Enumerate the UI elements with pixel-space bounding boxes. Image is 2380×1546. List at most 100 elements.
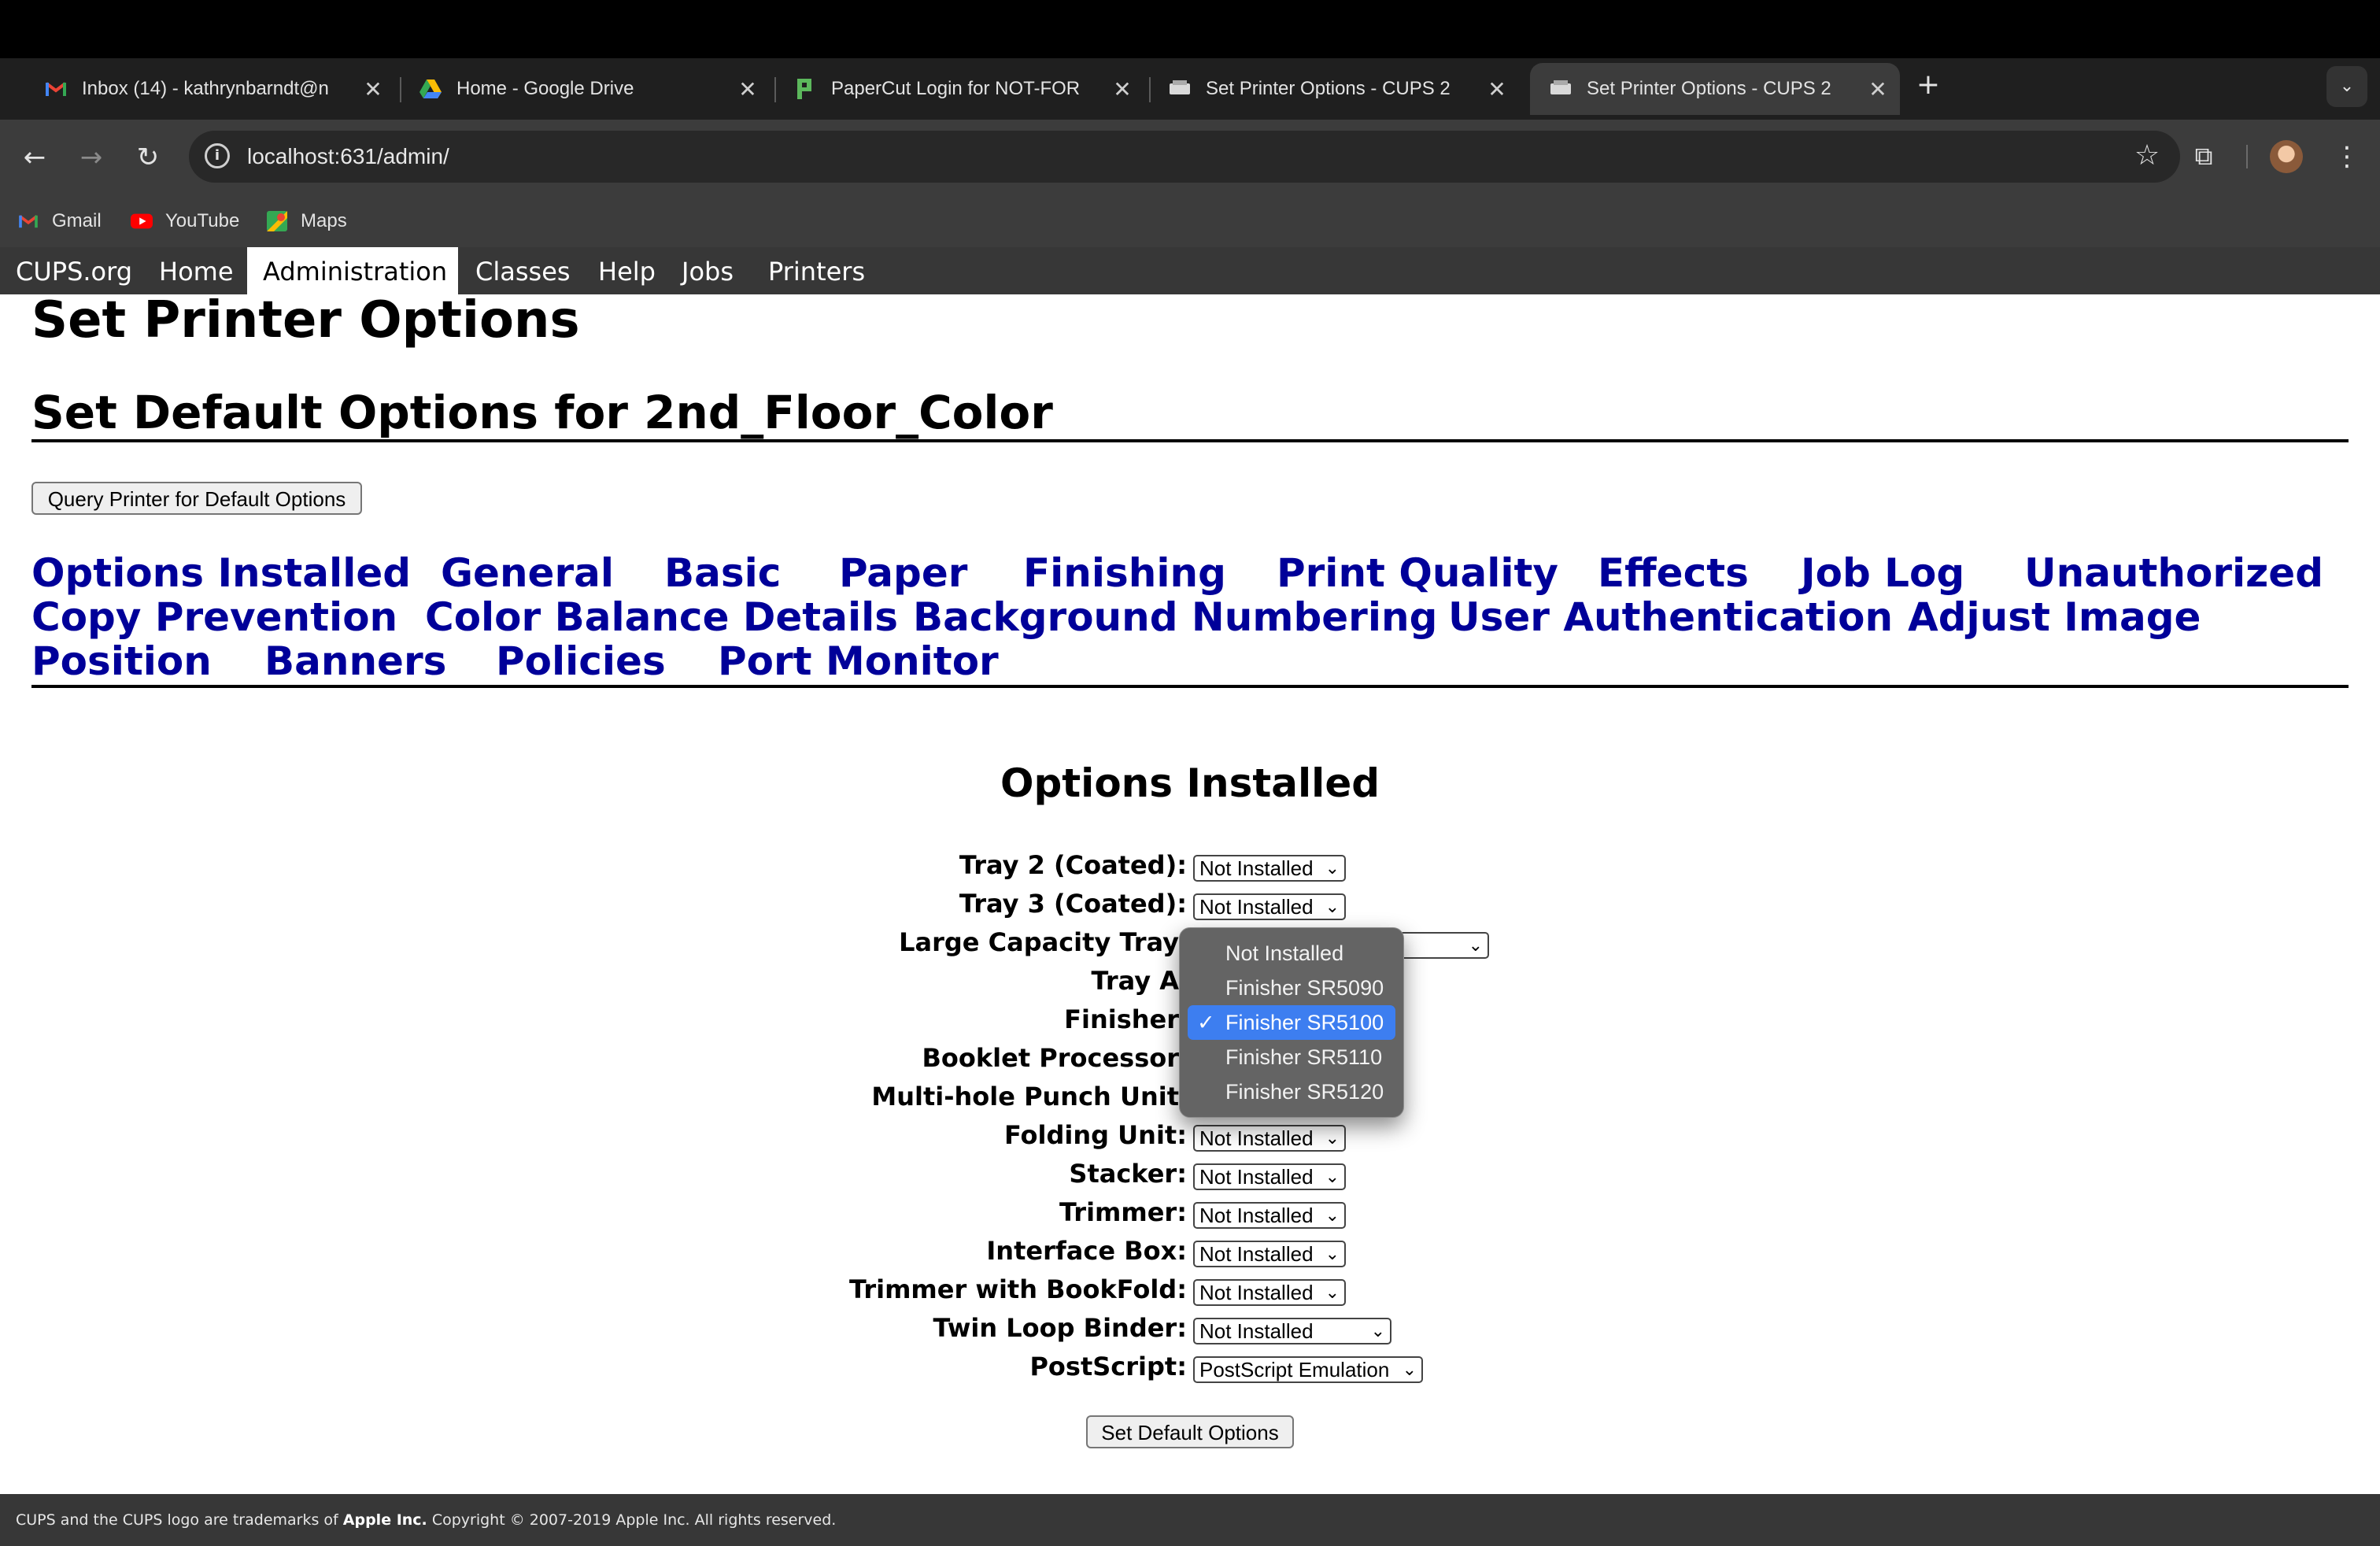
nav-jobs[interactable]: Jobs (666, 247, 749, 294)
tab-title: PaperCut Login for NOT-FOR (831, 78, 1081, 99)
chevron-down-icon: ⌄ (1325, 1205, 1340, 1225)
option-select[interactable]: Not Installed ⌄ (1193, 855, 1346, 882)
bookmark-star-icon[interactable]: ☆ (2128, 137, 2166, 175)
select-value: Not Installed (1199, 856, 1314, 880)
chevron-down-icon: ⌄ (1325, 1167, 1340, 1186)
tab-papercut[interactable]: PaperCut Login for NOT-FOR ✕ (774, 63, 1144, 115)
bookmark-youtube[interactable]: YouTube (131, 205, 239, 238)
section-link[interactable]: Basic (664, 551, 781, 595)
section-link[interactable]: Policies (496, 639, 666, 683)
site-info-icon[interactable]: i (205, 143, 230, 168)
dropdown-option[interactable]: Finisher SR5090 (1188, 971, 1395, 1005)
section-link[interactable]: Job Log (1801, 551, 1964, 595)
select-value: Not Installed (1199, 895, 1314, 919)
nav-help[interactable]: Help (582, 247, 671, 294)
cups-icon (1549, 77, 1572, 101)
option-label: Tray 3 (Coated): (959, 889, 1187, 919)
tab-search-button[interactable]: ⌄ (2326, 66, 2367, 107)
bookmark-gmail[interactable]: Gmail (17, 205, 102, 238)
footer-company: Apple Inc. (342, 1511, 427, 1529)
nav-cups-org[interactable]: CUPS.org (0, 247, 148, 294)
close-tab-icon[interactable]: ✕ (732, 76, 763, 102)
option-select[interactable]: Not Installed ⌄ (1193, 1163, 1346, 1190)
option-label: Stacker: (1069, 1159, 1187, 1189)
section-link[interactable]: Port Monitor (718, 639, 999, 683)
option-select[interactable]: Not Installed ⌄ (1193, 1125, 1346, 1152)
tab-gmail[interactable]: Inbox (14) - kathrynbarndt@n ✕ (25, 63, 395, 115)
nav-printers[interactable]: Printers (752, 247, 881, 294)
option-select[interactable]: Not Installed ⌄ (1193, 1318, 1391, 1344)
window-titlebar (0, 0, 2380, 58)
bookmark-label: YouTube (165, 210, 240, 231)
option-label: PostScript: (1029, 1352, 1187, 1381)
section-link[interactable]: Effects (1598, 551, 1749, 595)
select-value: Not Installed (1199, 1126, 1314, 1150)
section-link[interactable]: Paper (839, 551, 967, 595)
back-icon[interactable]: ← (16, 139, 54, 176)
dropdown-option-label: Finisher SR5100 (1225, 1011, 1384, 1034)
option-select[interactable]: Not Installed ⌄ (1193, 1241, 1346, 1267)
option-label: Trimmer with BookFold: (849, 1274, 1187, 1304)
option-label: Finisher (1064, 1004, 1179, 1034)
profile-avatar[interactable] (2270, 140, 2303, 173)
section-link[interactable]: Finishing (1023, 551, 1226, 595)
forward-icon[interactable]: → (72, 139, 110, 176)
dropdown-option[interactable]: Not Installed (1188, 936, 1395, 971)
close-tab-icon[interactable]: ✕ (1481, 76, 1513, 102)
footer-suffix: Copyright © 2007-2019 Apple Inc. All rig… (427, 1511, 837, 1529)
page-subtitle: Set Default Options for 2nd_Floor_Color (31, 386, 1053, 439)
nav-administration[interactable]: Administration (247, 247, 458, 294)
section-link[interactable]: User Authentication (1448, 595, 1893, 639)
section-link[interactable]: Options Installed (31, 551, 411, 595)
bookmark-maps[interactable]: Maps (266, 205, 347, 238)
option-select[interactable]: Not Installed ⌄ (1193, 1202, 1346, 1229)
section-link[interactable]: Position (31, 639, 212, 683)
divider (31, 439, 2349, 442)
cups-navbar: CUPS.org Home Administration Classes Hel… (0, 247, 2380, 294)
section-link[interactable]: Background Numbering (913, 595, 1437, 639)
address-bar[interactable]: i localhost:631/admin/ ☆ (189, 131, 2180, 183)
section-link[interactable]: Copy Prevention (31, 595, 397, 639)
reload-icon[interactable]: ↻ (129, 139, 167, 176)
bookmark-label: Maps (301, 210, 347, 231)
dropdown-option-selected[interactable]: ✓ Finisher SR5100 (1188, 1005, 1395, 1040)
set-default-options-button[interactable]: Set Default Options (1086, 1415, 1294, 1448)
tab-google-drive[interactable]: Home - Google Drive ✕ (400, 63, 770, 115)
section-link[interactable]: Unauthorized (2024, 551, 2323, 595)
option-label: Tray 2 (Coated): (959, 850, 1187, 880)
dropdown-option[interactable]: Finisher SR5110 (1188, 1040, 1395, 1074)
section-link[interactable]: Banners (264, 639, 446, 683)
option-select[interactable]: Not Installed ⌄ (1193, 1279, 1346, 1306)
dropdown-option[interactable]: Finisher SR5120 (1188, 1074, 1395, 1109)
section-link[interactable]: Color Balance Details (425, 595, 898, 639)
cups-icon (1168, 77, 1192, 101)
query-printer-button[interactable]: Query Printer for Default Options (31, 482, 362, 515)
nav-home[interactable]: Home (143, 247, 249, 294)
address-bar-url[interactable]: localhost:631/admin/ (247, 131, 449, 183)
option-select[interactable]: PostScript Emulation ⌄ (1193, 1356, 1423, 1383)
section-link[interactable]: Adjust Image (1908, 595, 2201, 639)
youtube-icon (131, 210, 153, 232)
tab-title: Set Printer Options - CUPS 2 (1206, 78, 1451, 99)
extensions-icon[interactable]: ⧉ (2186, 139, 2221, 173)
toolbar-divider (2246, 145, 2248, 168)
options-installed-heading: Options Installed (1000, 760, 1380, 806)
tab-cups-2-active[interactable]: Set Printer Options - CUPS 2 ✕ (1530, 63, 1900, 115)
browser-toolbar: ← → ↻ i localhost:631/admin/ ☆ (0, 120, 2380, 195)
option-label: Large Capacity Tray (899, 927, 1179, 957)
option-label: Tray A (1091, 966, 1179, 996)
new-tab-button[interactable]: + (1911, 68, 1946, 102)
nav-classes[interactable]: Classes (460, 247, 586, 294)
close-tab-icon[interactable]: ✕ (1862, 76, 1894, 102)
more-menu-icon[interactable]: ⋮ (2331, 137, 2363, 176)
option-select[interactable]: Not Installed ⌄ (1193, 893, 1346, 920)
close-tab-icon[interactable]: ✕ (1107, 76, 1138, 102)
page-title: Set Printer Options (31, 291, 580, 350)
gmail-icon (44, 77, 68, 101)
section-link[interactable]: General (441, 551, 614, 595)
close-tab-icon[interactable]: ✕ (357, 76, 389, 102)
chevron-down-icon: ⌄ (1325, 1244, 1340, 1263)
section-link[interactable]: Print Quality (1277, 551, 1558, 595)
chevron-down-icon: ⌄ (1325, 1128, 1340, 1148)
tab-cups-1[interactable]: Set Printer Options - CUPS 2 ✕ (1149, 63, 1519, 115)
